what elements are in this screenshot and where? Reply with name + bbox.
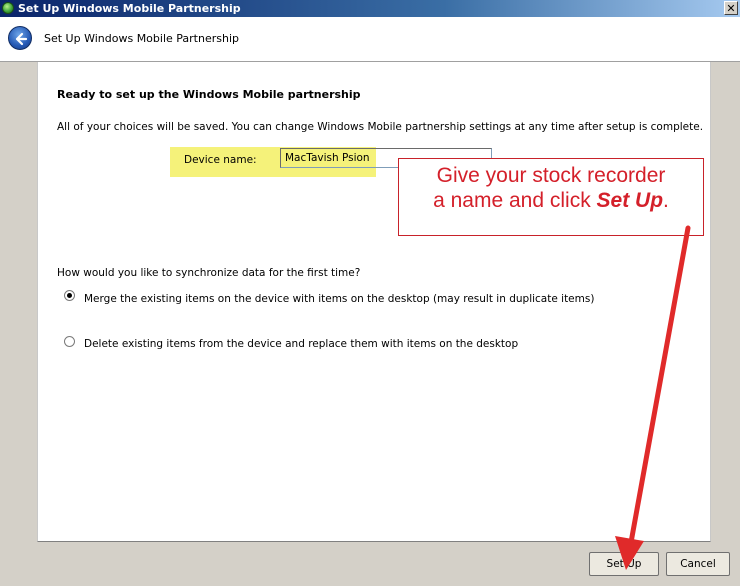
- cancel-button[interactable]: Cancel: [666, 552, 730, 576]
- page-heading: Ready to set up the Windows Mobile partn…: [57, 88, 361, 101]
- merge-option-label[interactable]: Merge the existing items on the device w…: [84, 292, 604, 307]
- callout-line-1: Give your stock recorder: [436, 164, 666, 187]
- close-button[interactable]: ✕: [724, 1, 738, 15]
- wizard-title: Set Up Windows Mobile Partnership: [44, 32, 239, 45]
- delete-radio[interactable]: [64, 336, 75, 347]
- info-text: All of your choices will be saved. You c…: [57, 121, 704, 133]
- callout-line-2-prefix: a name and click: [433, 189, 597, 212]
- back-button[interactable]: [8, 26, 32, 50]
- wizard-header: Set Up Windows Mobile Partnership: [0, 17, 740, 62]
- sync-question: How would you like to synchronize data f…: [57, 267, 361, 279]
- callout-line-2-suffix: .: [663, 189, 669, 212]
- wizard-content: Ready to set up the Windows Mobile partn…: [37, 62, 711, 542]
- setup-button[interactable]: Set Up: [589, 552, 659, 576]
- title-bar: Set Up Windows Mobile Partnership ✕: [0, 0, 740, 17]
- merge-radio[interactable]: [64, 290, 75, 301]
- back-arrow-icon: [15, 32, 28, 46]
- window-title: Set Up Windows Mobile Partnership: [18, 2, 241, 15]
- delete-option-label[interactable]: Delete existing items from the device an…: [84, 338, 518, 350]
- instruction-callout: Give your stock recorder a name and clic…: [398, 158, 704, 236]
- device-name-label: Device name:: [184, 154, 257, 166]
- setup-window: Set Up Windows Mobile Partnership ✕ Set …: [0, 0, 740, 586]
- callout-line-2: a name and click Set Up.: [399, 188, 703, 213]
- windows-mobile-icon: [2, 2, 14, 14]
- callout-emphasis: Set Up: [596, 189, 664, 212]
